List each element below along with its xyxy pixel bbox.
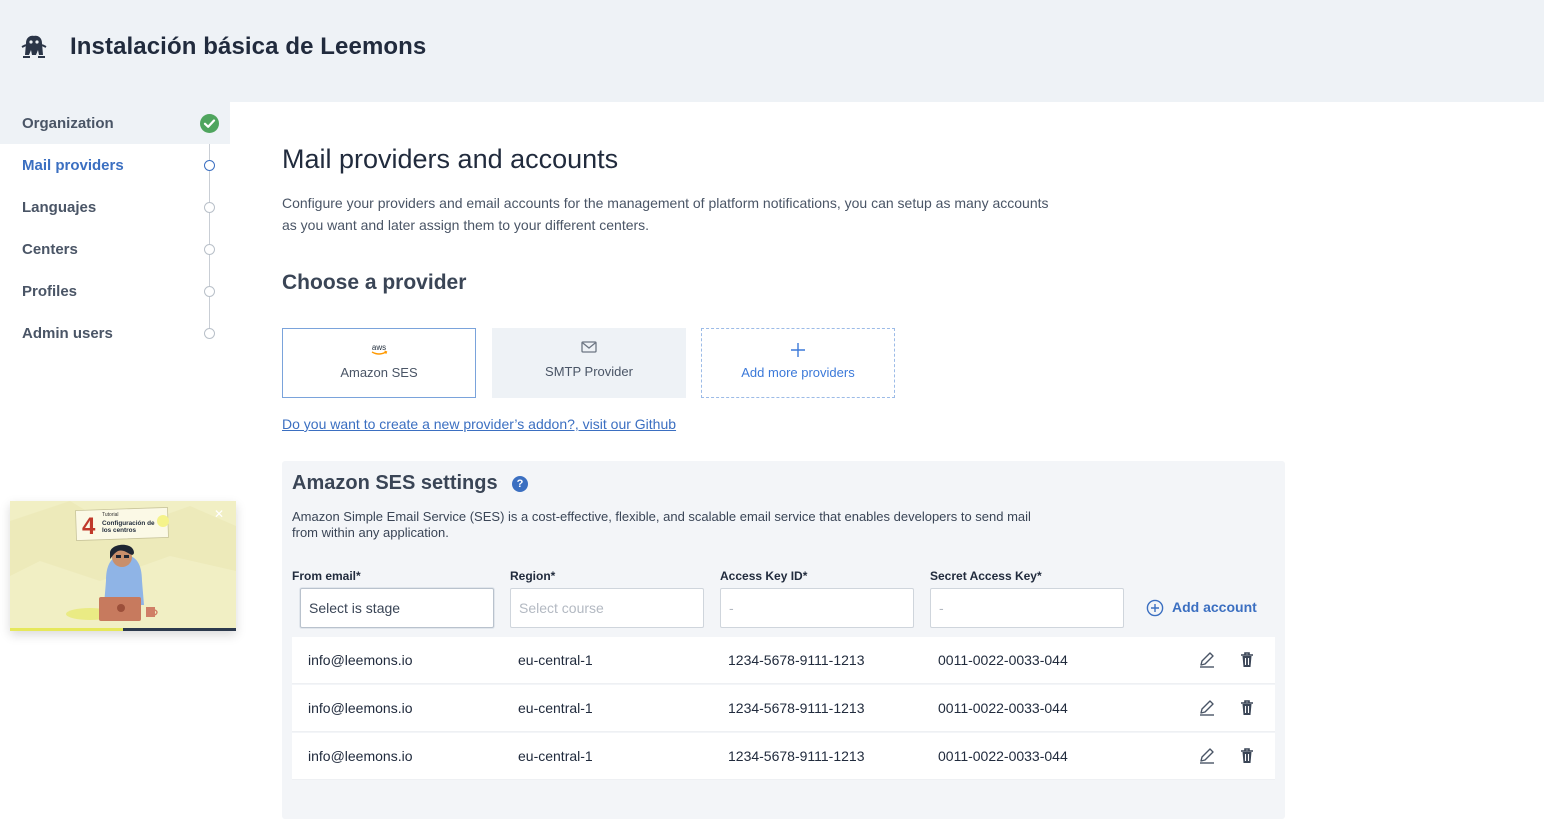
check-circle-icon [200,114,219,133]
sidebar-item-label: Mail providers [22,157,124,174]
access-key-input[interactable]: - [720,588,914,628]
region-label: Region* [510,569,556,583]
table-row: info@leemons.io eu-central-1 1234-5678-9… [292,733,1275,780]
svg-text:Configuración de: Configuración de [102,520,155,527]
provider-card-label: Add more providers [741,365,855,380]
provider-card-label: SMTP Provider [545,364,633,379]
section-heading: Mail providers and accounts [282,144,619,174]
edit-icon[interactable] [1197,698,1217,718]
provider-card-label: Amazon SES [340,365,418,380]
from-email-select[interactable]: Select is stage [300,588,494,628]
from-email-label: From email* [292,569,361,583]
add-more-providers-button[interactable]: Add more providers [701,328,895,398]
sidebar-item-profiles[interactable]: Profiles [0,270,230,312]
close-icon[interactable]: ✕ [214,507,224,521]
video-illustration: 4 Tutorial Configuración de los centros [10,501,236,628]
provider-card-smtp[interactable]: SMTP Provider [492,328,686,398]
sidebar-item-label: Languajes [22,199,97,216]
mail-icon [492,340,686,358]
sidebar-item-languajes[interactable]: Languajes [0,186,230,228]
step-indicator-icon [204,328,215,339]
sidebar-item-centers[interactable]: Centers [0,228,230,270]
svg-text:los centros: los centros [102,527,137,534]
account-region: eu-central-1 [518,748,593,764]
step-indicator-icon [204,286,215,297]
account-email: info@leemons.io [308,748,413,764]
leemons-logo-icon [21,35,47,58]
choose-provider-heading: Choose a provider [282,271,467,294]
svg-text:aws: aws [372,343,386,352]
provider-card-amazon-ses[interactable]: aws Amazon SES [282,328,476,398]
amazon-ses-settings-panel: Amazon SES settings ? Amazon Simple Emai… [282,461,1285,819]
sidebar-item-label: Organization [22,115,114,132]
sidebar-item-label: Centers [22,241,78,258]
secret-key-input[interactable]: - [930,588,1124,628]
step-indicator-icon [204,244,215,255]
account-email: info@leemons.io [308,700,413,716]
video-progress-bar[interactable] [10,628,236,631]
top-bar: Instalación básica de Leemons [0,0,1544,102]
table-row: info@leemons.io eu-central-1 1234-5678-9… [292,685,1275,732]
account-secret-key: 0011-0022-0033-044 [938,700,1068,716]
account-access-key: 1234-5678-9111-1213 [728,748,865,764]
secret-key-label: Secret Access Key* [930,569,1042,583]
account-region: eu-central-1 [518,700,593,716]
sidebar-item-admin-users[interactable]: Admin users [0,312,230,354]
plus-circle-icon [1146,599,1164,617]
video-tag: Tutorial [102,512,119,518]
aws-logo-icon: aws [283,341,475,359]
account-email: info@leemons.io [308,652,413,668]
account-secret-key: 0011-0022-0033-044 [938,748,1068,764]
trash-icon[interactable] [1237,746,1257,766]
plus-icon [702,341,894,359]
setup-stepper: Organization Mail providers Languajes Ce… [0,102,230,830]
account-secret-key: 0011-0022-0033-044 [938,652,1068,668]
region-select[interactable]: Select course [510,588,704,628]
edit-icon[interactable] [1197,746,1217,766]
video-badge: 4 [82,513,96,540]
add-account-label: Add account [1172,599,1257,615]
settings-description: Amazon Simple Email Service (SES) is a c… [292,509,1031,540]
settings-title: Amazon SES settings [292,472,498,494]
tutorial-video-player[interactable]: 4 Tutorial Configuración de los centros … [10,501,236,631]
sidebar-item-label: Profiles [22,283,78,300]
account-access-key: 1234-5678-9111-1213 [728,700,865,716]
account-region: eu-central-1 [518,652,593,668]
step-indicator-icon [204,202,215,213]
github-addon-link[interactable]: Do you want to create a new provider’s a… [282,416,676,432]
step-indicator-icon [204,160,215,171]
edit-icon[interactable] [1197,650,1217,670]
trash-icon[interactable] [1237,650,1257,670]
sidebar-item-label: Admin users [22,325,113,342]
help-icon[interactable]: ? [512,476,528,492]
trash-icon[interactable] [1237,698,1257,718]
page-title: Instalación básica de Leemons [70,33,427,60]
sidebar-item-organization[interactable]: Organization [0,102,230,144]
account-access-key: 1234-5678-9111-1213 [728,652,865,668]
video-progress-fill [10,628,123,631]
sidebar-item-mail-providers[interactable]: Mail providers [0,144,230,186]
access-key-label: Access Key ID* [720,569,808,583]
table-row: info@leemons.io eu-central-1 1234-5678-9… [292,637,1275,684]
section-description: Configure your providers and email accou… [282,195,1049,233]
